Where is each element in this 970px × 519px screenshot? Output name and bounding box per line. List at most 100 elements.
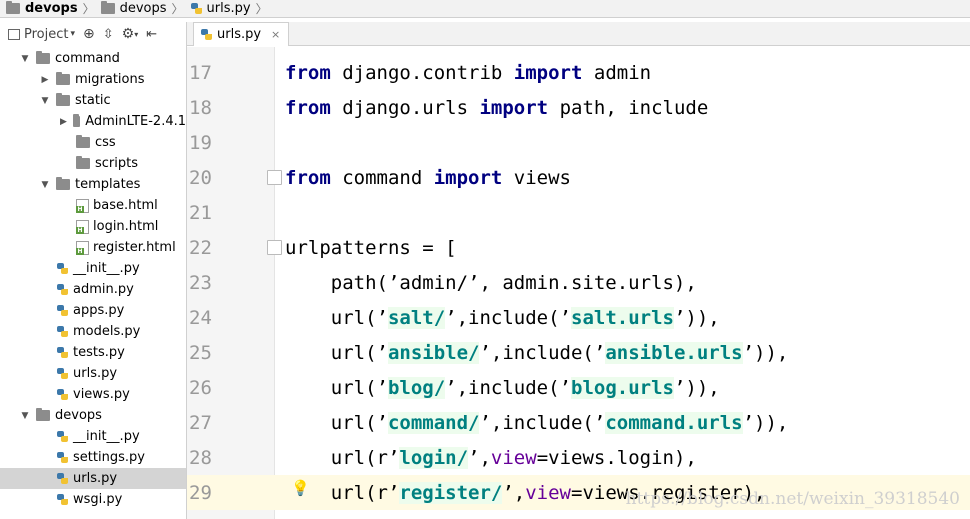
code-token: ’,include(’ xyxy=(445,306,571,329)
code-text: url(’salt/’,include(’salt.urls’)), xyxy=(275,306,720,329)
code-token: urlpatterns = [ xyxy=(285,236,457,259)
chevron-down-icon[interactable]: ▼ xyxy=(40,180,50,190)
code-text: urlpatterns = [ xyxy=(275,237,457,259)
html-file-icon: H xyxy=(76,219,89,234)
tree-item[interactable]: ▶wsgi.py xyxy=(0,489,186,510)
tree-item[interactable]: ▶__init__.py xyxy=(0,258,186,279)
tree-item[interactable]: ▶tests.py xyxy=(0,342,186,363)
tree-item[interactable]: ▼ command xyxy=(0,48,186,69)
tree-item-label: __init__.py xyxy=(73,261,140,276)
tree-item[interactable]: ▶Hbase.html xyxy=(0,195,186,216)
tree-item-label: templates xyxy=(75,177,141,192)
code-line[interactable]: 21 xyxy=(187,195,970,230)
kwarg-token: view xyxy=(525,481,571,504)
code-token: ’)), xyxy=(742,411,789,434)
code-line[interactable]: 27 url(’command/’,include(’command.urls’… xyxy=(187,405,970,440)
tree-item[interactable]: ▼ devops xyxy=(0,405,186,426)
chevron-right-icon[interactable]: ▶ xyxy=(60,117,67,127)
code-token: ’, xyxy=(502,481,526,504)
tree-item[interactable]: ▶Hregister.html xyxy=(0,237,186,258)
folder-icon xyxy=(76,156,90,169)
string-token: command/ xyxy=(387,411,480,434)
close-icon[interactable]: × xyxy=(271,28,280,41)
line-number: 28 xyxy=(189,446,212,469)
folder-icon xyxy=(72,114,81,127)
tree-item[interactable]: ▼ templates xyxy=(0,174,186,195)
chevron-right-icon[interactable]: ▶ xyxy=(40,75,50,85)
fold-marker-icon[interactable] xyxy=(267,240,282,255)
tree-item[interactable]: ▶css xyxy=(0,132,186,153)
breadcrumb-folder-label: devops xyxy=(119,1,167,16)
tree-item[interactable]: ▶scripts xyxy=(0,153,186,174)
watermark: https://blog.csdn.net/weixin_39318540 xyxy=(625,489,960,509)
chevron-down-icon[interactable]: ▼ xyxy=(20,54,30,64)
breadcrumb-folder[interactable]: devops xyxy=(99,1,169,16)
tree-item-label: login.html xyxy=(93,219,159,234)
hide-panel-button[interactable]: ⇤ xyxy=(146,27,157,42)
locate-file-button[interactable]: ⊕ xyxy=(83,26,95,42)
project-view-icon xyxy=(8,28,20,40)
folder-icon xyxy=(36,51,50,64)
breadcrumb-separator: 〉 xyxy=(171,2,184,16)
tree-item[interactable]: ▼ static xyxy=(0,90,186,111)
string-token: salt.urls xyxy=(571,306,674,329)
code-line[interactable]: 17 from django.contrib import admin xyxy=(187,55,970,90)
code-token: ’,include(’ xyxy=(479,411,606,434)
python-file-icon xyxy=(56,493,69,506)
lightbulb-icon[interactable]: 💡 xyxy=(291,479,310,497)
python-file-icon xyxy=(200,28,213,41)
code-line[interactable]: 26 url(’blog/’,include(’blog.urls’)), xyxy=(187,370,970,405)
tree-item[interactable]: ▶settings.py xyxy=(0,447,186,468)
project-view-dropdown[interactable]: Project ▾ xyxy=(8,27,75,42)
code-line[interactable]: 22 urlpatterns = [ xyxy=(187,230,970,265)
breadcrumb-file[interactable]: urls.py xyxy=(188,1,253,16)
code-line[interactable]: 23 path(’admin/’, admin.site.urls), xyxy=(187,265,970,300)
code-line[interactable]: 24 url(’salt/’,include(’salt.urls’)), xyxy=(187,300,970,335)
html-file-icon: H xyxy=(76,240,89,255)
gear-icon: ⚙ xyxy=(121,26,135,42)
code-line[interactable]: 19 xyxy=(187,125,970,160)
code-line[interactable]: 20 from command import views xyxy=(187,160,970,195)
code-token: url(’ xyxy=(285,306,388,329)
tree-item-label: base.html xyxy=(93,198,158,213)
html-file-icon: H xyxy=(76,198,89,213)
tree-item[interactable]: ▶urls.py xyxy=(0,468,186,489)
tree-item[interactable]: ▶ AdminLTE-2.4.1 xyxy=(0,111,186,132)
line-number: 29 xyxy=(189,481,212,504)
tree-item[interactable]: ▶apps.py xyxy=(0,300,186,321)
tree-item[interactable]: ▶ migrations xyxy=(0,69,186,90)
tree-item-label: register.html xyxy=(93,240,176,255)
tree-item[interactable]: ▶Hlogin.html xyxy=(0,216,186,237)
tree-item-label: AdminLTE-2.4.1 xyxy=(85,114,186,129)
code-line[interactable]: 28 url(r’login/’,view=views.login), xyxy=(187,440,970,475)
tree-item[interactable]: ▶views.py xyxy=(0,384,186,405)
settings-button[interactable]: ⚙ ▾ xyxy=(122,26,139,42)
string-token: command.urls xyxy=(605,411,743,434)
code-text: from django.contrib import admin xyxy=(275,62,651,84)
tree-item-label: views.py xyxy=(73,387,130,402)
code-editor[interactable]: 17 from django.contrib import admin 18 from… xyxy=(187,47,970,519)
tree-item-label: urls.py xyxy=(73,471,118,486)
python-file-icon xyxy=(56,283,69,296)
tree-item[interactable]: ▶models.py xyxy=(0,321,186,342)
line-number: 17 xyxy=(189,61,212,84)
editor-tab-urls[interactable]: urls.py × xyxy=(193,22,290,46)
collapse-all-button[interactable]: ⇳ xyxy=(103,27,114,42)
chevron-down-icon[interactable]: ▼ xyxy=(20,411,30,421)
code-text: url(r’login/’,view=views.login), xyxy=(275,446,697,469)
breadcrumb-project[interactable]: devops xyxy=(0,1,80,16)
tree-item[interactable]: ▶__init__.py xyxy=(0,426,186,447)
tree-item[interactable]: ▶admin.py xyxy=(0,279,186,300)
chevron-down-icon[interactable]: ▼ xyxy=(40,96,50,106)
string-token: ansible.urls xyxy=(605,341,743,364)
code-text: path(’admin/’, admin.site.urls), xyxy=(275,272,697,294)
string-token: salt/ xyxy=(387,306,446,329)
fold-marker-icon[interactable] xyxy=(267,170,282,185)
code-line[interactable]: 18 from django.urls import path, include xyxy=(187,90,970,125)
tree-item-label: admin.py xyxy=(73,282,134,297)
code-line[interactable]: 25 url(’ansible/’,include(’ansible.urls’… xyxy=(187,335,970,370)
folder-icon xyxy=(36,408,50,421)
tree-item-label: __init__.py xyxy=(73,429,140,444)
tree-item-label: static xyxy=(75,93,111,108)
tree-item[interactable]: ▶urls.py xyxy=(0,363,186,384)
